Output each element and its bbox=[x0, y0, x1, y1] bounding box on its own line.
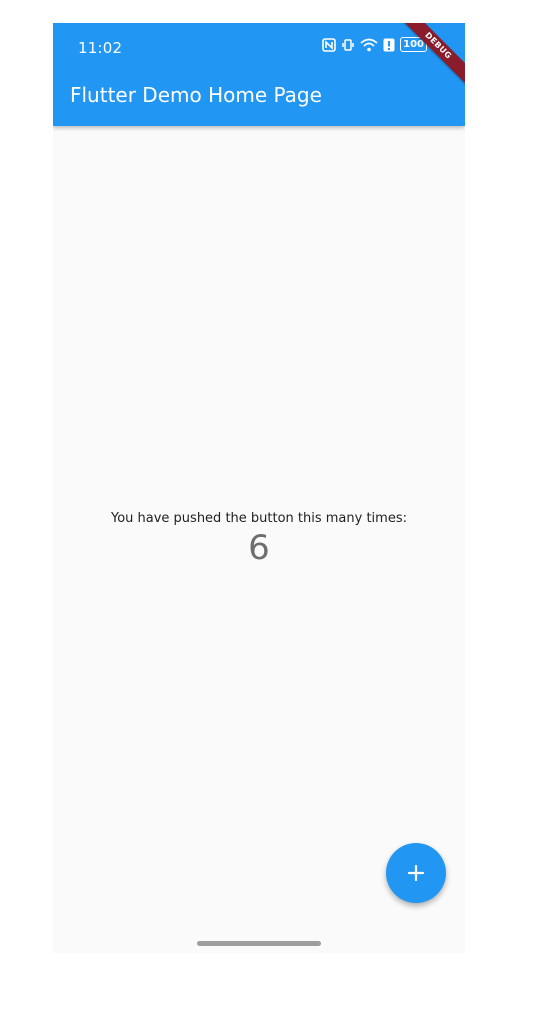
page-title: Flutter Demo Home Page bbox=[70, 83, 322, 107]
counter-label: You have pushed the button this many tim… bbox=[110, 511, 407, 526]
wifi-icon bbox=[360, 38, 378, 52]
gesture-nav-handle[interactable] bbox=[197, 941, 321, 946]
status-time: 11:02 bbox=[78, 39, 123, 57]
app-bar: 11:02 100 Flutter Demo Home Page bbox=[53, 23, 465, 126]
nfc-icon bbox=[322, 37, 336, 52]
counter-value: 6 bbox=[248, 528, 270, 568]
status-icons: 100 bbox=[322, 37, 427, 52]
increment-button[interactable] bbox=[386, 843, 446, 903]
phone-screen: 11:02 100 Flutter Demo Home Page DEBUG Y… bbox=[53, 23, 465, 953]
main-content: You have pushed the button this many tim… bbox=[53, 126, 465, 953]
alert-icon bbox=[383, 38, 395, 52]
vibrate-icon bbox=[341, 38, 355, 52]
plus-icon bbox=[407, 864, 425, 882]
